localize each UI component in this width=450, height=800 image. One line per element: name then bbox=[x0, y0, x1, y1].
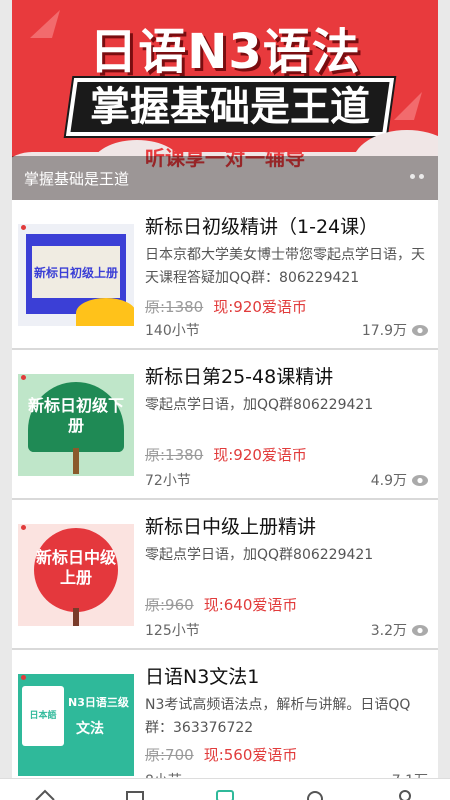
eye-icon bbox=[412, 474, 428, 486]
original-price: 原:1380 bbox=[145, 298, 204, 316]
thumb-decoration bbox=[73, 608, 79, 626]
tab-profile[interactable] bbox=[390, 779, 420, 800]
course-thumbnail[interactable]: 日本語 N3日语三级 文法 bbox=[18, 674, 134, 776]
course-thumbnail[interactable]: 新标日初级上册 bbox=[18, 224, 134, 326]
current-price: 现:560爱语币 bbox=[203, 746, 298, 764]
book-icon bbox=[126, 791, 144, 800]
course-description: 日本京都大学美女博士带您零起点学日语，天天课程答疑加QQ群：806229421 bbox=[145, 247, 425, 286]
course-item[interactable]: 日本語 N3日语三级 文法 日语N3文法1 N3考试高频语法点，解析与讲解。日语… bbox=[12, 650, 438, 789]
marker-dot bbox=[21, 375, 26, 380]
carousel-indicator[interactable] bbox=[410, 174, 424, 179]
course-list: 新标日初级上册 新标日初级精讲（1-24课） 日本京都大学美女博士带您零起点学日… bbox=[12, 200, 438, 789]
course-price: 原:700 现:560爱语币 bbox=[145, 744, 297, 765]
tab-courses[interactable] bbox=[120, 779, 150, 800]
course-price: 原:960 现:640爱语币 bbox=[145, 594, 297, 615]
current-price: 现:920爱语币 bbox=[213, 446, 307, 464]
thumb-label: 新标日初级上册 bbox=[32, 246, 120, 298]
course-title[interactable]: 新标日第25-48课精讲 bbox=[145, 362, 333, 389]
original-price: 原:1380 bbox=[145, 446, 204, 464]
tab-discover[interactable] bbox=[300, 779, 330, 800]
carousel-dot[interactable] bbox=[419, 174, 424, 179]
course-item[interactable]: 新标日初级下册 新标日第25-48课精讲 零起点学日语，加QQ群80622942… bbox=[12, 350, 438, 500]
thumb-fan: 新标日中级上册 bbox=[34, 528, 118, 612]
original-price: 原:960 bbox=[145, 596, 194, 614]
marker-dot bbox=[21, 225, 26, 230]
course-thumbnail[interactable]: 新标日初级下册 bbox=[18, 374, 134, 476]
course-title[interactable]: 新标日初级精讲（1-24课） bbox=[145, 212, 378, 239]
course-title[interactable]: 新标日中级上册精讲 bbox=[145, 512, 316, 539]
view-count: 17.9万 bbox=[362, 320, 428, 340]
view-count-value: 3.2万 bbox=[370, 623, 407, 639]
arrow-decoration-icon bbox=[394, 92, 422, 120]
eye-icon bbox=[412, 324, 428, 336]
tab-home[interactable] bbox=[30, 779, 60, 800]
current-price: 现:640爱语币 bbox=[203, 596, 298, 614]
course-price: 原:1380 现:920爱语币 bbox=[145, 296, 307, 317]
thumb-fan: 新标日初级下册 bbox=[28, 382, 124, 452]
user-icon bbox=[399, 790, 411, 800]
bottom-tab-bar bbox=[0, 778, 450, 800]
course-description: 零起点学日语，加QQ群806229421 bbox=[145, 547, 374, 563]
thumb-label: N3日语三级 bbox=[68, 696, 129, 709]
play-icon bbox=[216, 790, 234, 800]
lesson-count: 125小节 bbox=[145, 623, 200, 639]
course-thumbnail[interactable]: 新标日中级上册 bbox=[18, 524, 134, 626]
thumb-label: 新标日初级下册 bbox=[28, 396, 125, 435]
current-price: 现:920爱语币 bbox=[213, 298, 307, 316]
compass-icon bbox=[307, 791, 323, 800]
thumb-cover: 日本語 bbox=[22, 686, 64, 746]
view-count: 4.9万 bbox=[371, 470, 428, 490]
course-description: 零起点学日语，加QQ群806229421 bbox=[145, 397, 374, 413]
banner-slogan: 掌握基础是王道 bbox=[90, 84, 370, 130]
thumb-decoration bbox=[73, 448, 79, 474]
view-count: 3.2万 bbox=[371, 620, 428, 640]
view-count-value: 4.9万 bbox=[370, 473, 407, 489]
view-count-value: 17.9万 bbox=[361, 323, 407, 339]
promo-banner[interactable]: 日语N3语法 掌握基础是王道 听课享一对一辅导 掌握基础是王道 bbox=[12, 0, 438, 200]
course-title[interactable]: 日语N3文法1 bbox=[145, 662, 259, 689]
marker-dot bbox=[21, 675, 26, 680]
eye-icon bbox=[412, 624, 428, 636]
marker-dot bbox=[21, 525, 26, 530]
course-description: N3考试高频语法点，解析与讲解。日语QQ群：363376722 bbox=[145, 697, 411, 736]
original-price: 原:700 bbox=[145, 746, 194, 764]
course-item[interactable]: 新标日中级上册 新标日中级上册精讲 零起点学日语，加QQ群806229421 原… bbox=[12, 500, 438, 650]
tab-video[interactable] bbox=[210, 779, 240, 800]
carousel-dot[interactable] bbox=[410, 174, 415, 179]
lesson-count: 140小节 bbox=[145, 323, 200, 339]
banner-title: 日语N3语法 bbox=[89, 24, 361, 80]
lesson-count: 72小节 bbox=[145, 473, 191, 489]
thumb-label: 新标日中级上册 bbox=[35, 548, 116, 587]
thumb-label: 文法 bbox=[76, 721, 104, 737]
thumb-decoration bbox=[76, 298, 134, 326]
course-item[interactable]: 新标日初级上册 新标日初级精讲（1-24课） 日本京都大学美女博士带您零起点学日… bbox=[12, 200, 438, 350]
banner-caption: 掌握基础是王道 bbox=[24, 170, 130, 188]
course-price: 原:1380 现:920爱语币 bbox=[145, 444, 307, 465]
home-icon bbox=[35, 789, 55, 800]
